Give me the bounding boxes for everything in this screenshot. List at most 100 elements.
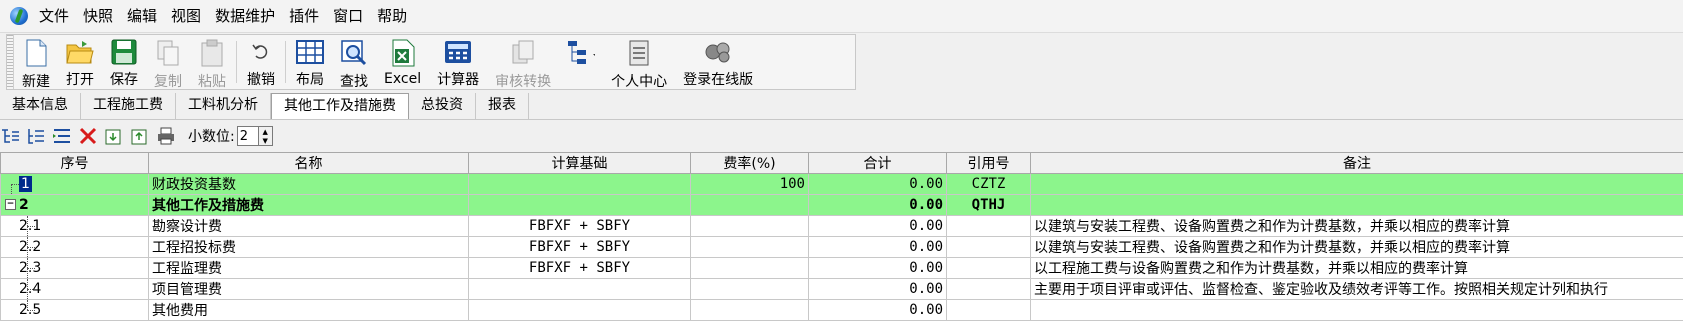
note-cell[interactable]: 以工程施工费与设备购置费之和作为计费基数，并乘以相应的费率计算 [1030, 257, 1683, 279]
tab-construction-cost[interactable]: 工程施工费 [81, 93, 176, 119]
menu-file[interactable]: 文件 [32, 0, 76, 32]
menu-edit[interactable]: 编辑 [120, 0, 164, 32]
name-cell[interactable]: 工程招投标费 [148, 236, 469, 258]
rate-cell[interactable] [690, 299, 809, 321]
name-cell[interactable]: 工程监理费 [148, 257, 469, 279]
ref-cell[interactable] [946, 278, 1031, 300]
header-note[interactable]: 备注 [1030, 152, 1683, 174]
base-cell[interactable]: FBFXF + SBFY [468, 215, 691, 237]
seq-cell[interactable]: 2.1 [0, 215, 149, 237]
save-button[interactable]: 保存 [102, 35, 146, 89]
ref-cell[interactable]: CZTZ [946, 173, 1031, 195]
rate-cell[interactable] [690, 194, 809, 216]
copy-button[interactable]: 复制 [146, 35, 190, 90]
menu-help[interactable]: 帮助 [370, 0, 414, 32]
table-row[interactable]: 2.1 勘察设计费 FBFXF + SBFY 0.00 以建筑与安装工程费、设备… [0, 215, 1683, 237]
note-cell[interactable]: 主要用于项目评审或评估、监督检查、鉴定验收及绩效考评等工作。按照相关规定计列和执… [1030, 278, 1683, 300]
name-cell[interactable]: 财政投资基数 [148, 173, 469, 195]
menu-snapshot[interactable]: 快照 [76, 0, 120, 32]
insert-child-row-icon[interactable] [26, 126, 46, 146]
rate-cell[interactable]: 100 [690, 173, 809, 195]
export-icon[interactable] [130, 126, 150, 146]
rate-cell[interactable] [690, 236, 809, 258]
tab-material-analysis[interactable]: 工料机分析 [176, 93, 271, 119]
spin-up-icon[interactable]: ▲ [259, 127, 272, 136]
collapse-icon[interactable]: − [5, 199, 16, 210]
name-cell[interactable]: 其他费用 [148, 299, 469, 321]
table-row[interactable]: 1 财政投资基数 100 0.00 CZTZ [0, 173, 1683, 195]
import-icon[interactable] [104, 126, 124, 146]
rate-cell[interactable] [690, 215, 809, 237]
header-base[interactable]: 计算基础 [468, 152, 691, 174]
name-cell[interactable]: 其他工作及措施费 [148, 194, 469, 216]
excel-button[interactable]: Excel [376, 35, 429, 89]
table-row[interactable]: 2.3 工程监理费 FBFXF + SBFY 0.00 以工程施工费与设备购置费… [0, 257, 1683, 279]
new-button[interactable]: 新建 [14, 35, 58, 90]
table-row[interactable]: 2.5 其他费用 0.00 [0, 299, 1683, 321]
ref-cell[interactable] [946, 236, 1031, 258]
tree-structure-icon [567, 39, 596, 67]
decimal-places-spinner[interactable]: ▲ ▼ [258, 126, 273, 146]
print-icon[interactable] [156, 126, 176, 146]
name-cell[interactable]: 勘察设计费 [148, 215, 469, 237]
seq-cell[interactable]: 1 [0, 173, 149, 195]
tab-basic-info[interactable]: 基本信息 [0, 93, 81, 119]
ref-cell[interactable]: QTHJ [946, 194, 1031, 216]
rate-cell[interactable] [690, 278, 809, 300]
tab-total-investment[interactable]: 总投资 [409, 93, 476, 119]
rate-cell[interactable] [690, 257, 809, 279]
seq-cell[interactable]: 2.5 [0, 299, 149, 321]
paste-button[interactable]: 粘贴 [190, 35, 234, 90]
base-cell[interactable]: FBFXF + SBFY [468, 236, 691, 258]
delete-icon[interactable] [78, 126, 98, 146]
layout-button[interactable]: 布局 [288, 35, 332, 89]
ref-cell[interactable] [946, 257, 1031, 279]
note-cell[interactable]: 以建筑与安装工程费、设备购置费之和作为计费基数，并乘以相应的费率计算 [1030, 215, 1683, 237]
review-convert-button[interactable]: 审核转换 [487, 35, 559, 90]
table-row[interactable]: 2.4 项目管理费 0.00 主要用于项目评审或评估、监督检查、鉴定验收及绩效考… [0, 278, 1683, 300]
tab-reports[interactable]: 报表 [476, 93, 529, 119]
note-cell[interactable] [1030, 299, 1683, 321]
tab-other-work-measures[interactable]: 其他工作及措施费 [271, 93, 409, 119]
find-button[interactable]: 查找 [332, 35, 376, 90]
toolbar-grip[interactable] [7, 35, 14, 89]
tree-structure-button[interactable] [559, 35, 603, 89]
seq-cell[interactable]: −2 [0, 194, 149, 216]
ref-cell[interactable] [946, 215, 1031, 237]
table-row[interactable]: 2.2 工程招投标费 FBFXF + SBFY 0.00 以建筑与安装工程费、设… [0, 236, 1683, 258]
calculator-button[interactable]: 计算器 [429, 35, 487, 89]
menu-view[interactable]: 视图 [164, 0, 208, 32]
decimal-places-input[interactable]: 2 [236, 126, 259, 146]
seq-cell[interactable]: 2.3 [0, 257, 149, 279]
name-cell[interactable]: 项目管理费 [148, 278, 469, 300]
ref-cell[interactable] [946, 299, 1031, 321]
base-cell[interactable]: FBFXF + SBFY [468, 257, 691, 279]
seq-cell[interactable]: 2.4 [0, 278, 149, 300]
undo-button[interactable]: 撤销 [239, 35, 283, 89]
insert-row-icon[interactable] [0, 126, 20, 146]
seq-cell[interactable]: 2.2 [0, 236, 149, 258]
menu-data-maintenance[interactable]: 数据维护 [208, 0, 282, 32]
note-cell[interactable]: 以建筑与安装工程费、设备购置费之和作为计费基数，并乘以相应的费率计算 [1030, 236, 1683, 258]
note-cell[interactable] [1030, 194, 1683, 216]
indent-row-icon[interactable] [52, 126, 72, 146]
header-seq[interactable]: 序号 [0, 152, 149, 174]
table-row[interactable]: −2 其他工作及措施费 0.00 QTHJ [0, 194, 1683, 216]
base-cell[interactable] [468, 278, 691, 300]
header-total[interactable]: 合计 [808, 152, 947, 174]
base-cell[interactable] [468, 173, 691, 195]
menu-window[interactable]: 窗口 [326, 0, 370, 32]
total-cell: 0.00 [808, 278, 947, 300]
personal-center-button[interactable]: 个人中心 [603, 35, 675, 90]
menu-plugins[interactable]: 插件 [282, 0, 326, 32]
header-rate[interactable]: 费率(%) [690, 152, 809, 174]
header-name[interactable]: 名称 [148, 152, 469, 174]
undo-label: 撤销 [247, 72, 275, 88]
header-ref[interactable]: 引用号 [946, 152, 1031, 174]
open-button[interactable]: 打开 [58, 35, 102, 89]
login-online-button[interactable]: 登录在线版 [675, 35, 761, 89]
note-cell[interactable] [1030, 173, 1683, 195]
base-cell[interactable] [468, 299, 691, 321]
spin-down-icon[interactable]: ▼ [259, 136, 272, 145]
base-cell[interactable] [468, 194, 691, 216]
